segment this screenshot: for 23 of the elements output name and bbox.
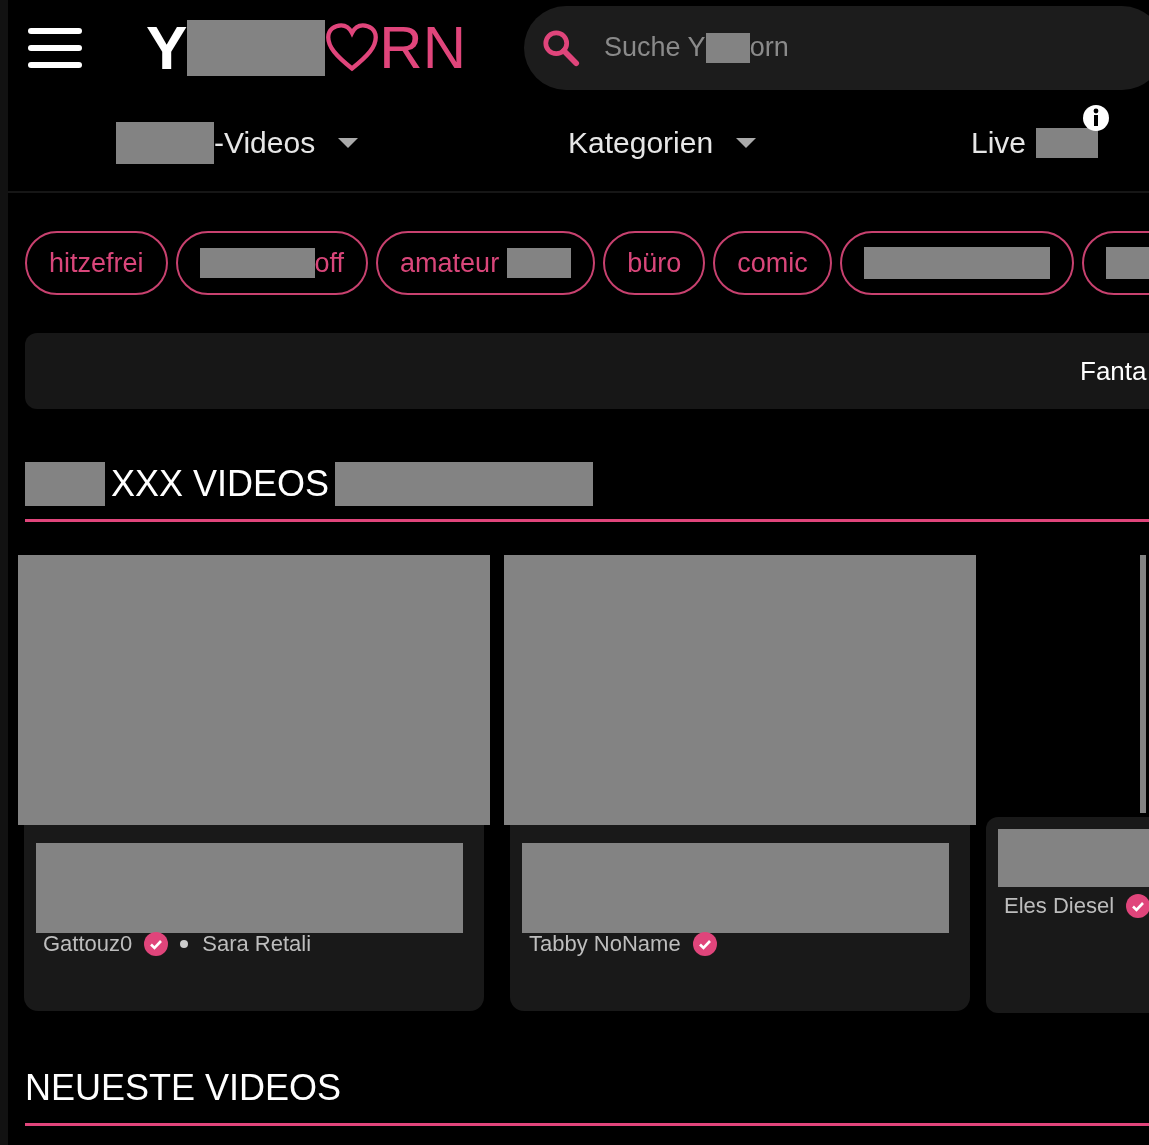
search-placeholder: Suche Y bbox=[604, 32, 706, 63]
logo-text[interactable]: RN bbox=[379, 17, 467, 78]
video-card[interactable]: Tabby NoName bbox=[504, 555, 976, 1013]
section-title: NEUESTE VIDEOS bbox=[25, 1067, 342, 1109]
search-placeholder: orn bbox=[749, 32, 789, 63]
nav-link[interactable]: -Videos bbox=[214, 126, 316, 160]
logo-text[interactable]: Y bbox=[146, 16, 188, 79]
nav-link[interactable]: Live bbox=[971, 126, 1027, 160]
tag-chip[interactable]: off bbox=[175, 231, 369, 295]
nav-link[interactable]: Kategorien bbox=[568, 126, 714, 160]
creator-name[interactable]: Gattouz0 bbox=[43, 931, 133, 957]
creator-name[interactable]: Eles Diesel bbox=[1004, 893, 1115, 919]
tag-chip[interactable]: comic bbox=[713, 231, 832, 295]
creator-name[interactable]: Sara Retali bbox=[202, 931, 312, 957]
tag-chip[interactable]: büro bbox=[603, 231, 706, 295]
video-card[interactable]: Eles Diesel bbox=[986, 555, 1146, 1013]
tag-chip[interactable]: amateur bbox=[376, 231, 596, 295]
creator-name[interactable]: Tabby NoName bbox=[529, 931, 681, 957]
banner-text: Fanta bbox=[1080, 355, 1147, 387]
video-card[interactable]: Gattouz0 Sara Retali bbox=[18, 555, 490, 1013]
section-title: XXX VIDEOS bbox=[111, 463, 330, 505]
search-field[interactable]: Suche Y orn bbox=[524, 5, 1149, 90]
tag-chip[interactable]: hitzefrei bbox=[25, 231, 168, 295]
